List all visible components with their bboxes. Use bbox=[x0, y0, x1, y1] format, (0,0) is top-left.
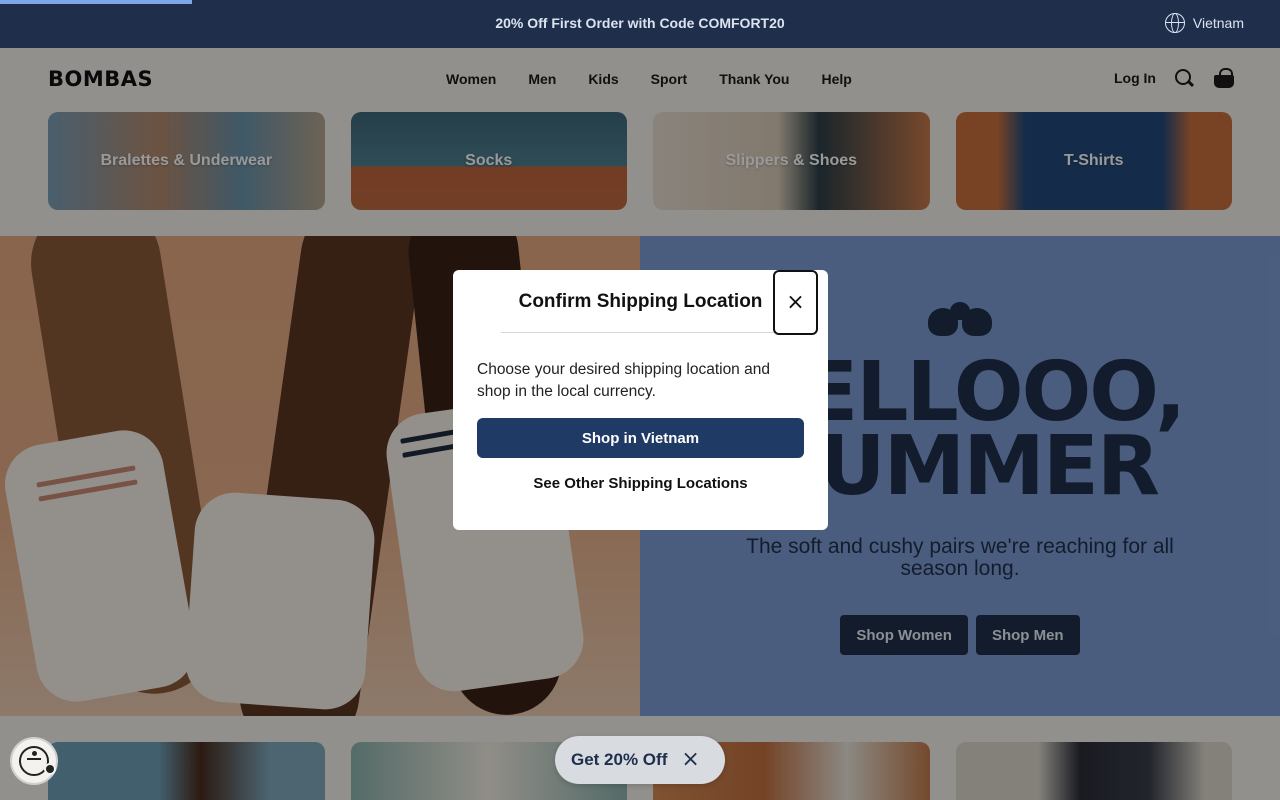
accessibility-widget-button[interactable] bbox=[10, 737, 58, 785]
shop-in-vietnam-button[interactable]: Shop in Vietnam bbox=[477, 418, 804, 458]
close-icon[interactable]: × bbox=[681, 749, 699, 771]
modal-body-text: Choose your desired shipping location an… bbox=[477, 361, 770, 400]
region-selector[interactable]: Vietnam bbox=[1164, 13, 1244, 33]
discount-pill[interactable]: Get 20% Off × bbox=[555, 736, 725, 784]
modal-divider bbox=[501, 332, 781, 333]
announcement-progress bbox=[0, 0, 192, 4]
region-label: Vietnam bbox=[1192, 15, 1244, 31]
close-icon[interactable]: × bbox=[773, 270, 818, 335]
promo-text[interactable]: 20% Off First Order with Code COMFORT20 bbox=[0, 15, 1280, 31]
settings-badge-icon bbox=[44, 763, 56, 775]
globe-icon bbox=[1164, 13, 1185, 33]
shipping-location-modal: Confirm Shipping Location × Choose your … bbox=[453, 270, 828, 530]
modal-title: Confirm Shipping Location bbox=[518, 291, 763, 312]
other-locations-link[interactable]: See Other Shipping Locations bbox=[477, 475, 804, 492]
discount-pill-label[interactable]: Get 20% Off bbox=[571, 750, 667, 770]
announcement-bar: 20% Off First Order with Code COMFORT20 … bbox=[0, 0, 1280, 48]
